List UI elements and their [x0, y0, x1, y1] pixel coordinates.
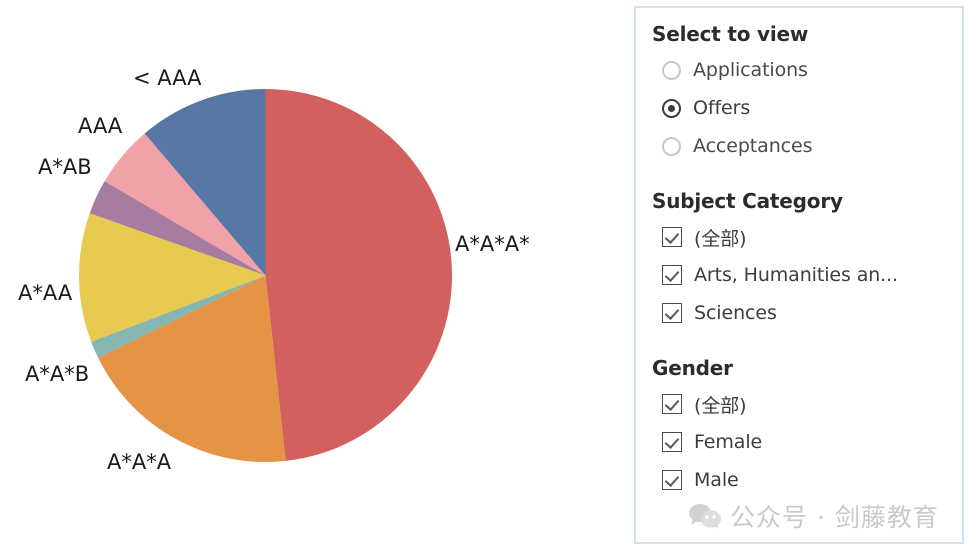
pie-label-aaa: A*A*A*: [455, 232, 530, 256]
checkmark-icon[interactable]: [662, 470, 682, 490]
radio-acceptances-icon[interactable]: [662, 136, 681, 156]
checkmark-icon[interactable]: [662, 432, 682, 452]
pie-label-aaa: < AAA: [133, 66, 202, 90]
checkmark-icon[interactable]: [662, 394, 682, 414]
checkbox-option-subject-all-label: (全部): [694, 227, 747, 250]
checkbox-option-gender-all-label: (全部): [694, 394, 747, 417]
checkbox-option-subject-arts-label: Arts, Humanities an...: [694, 264, 898, 286]
pie-slice-aaa[interactable]: [265, 89, 453, 461]
radio-option-acceptances-label: Acceptances: [693, 135, 813, 157]
checkbox-option-gender-all[interactable]: (全部): [662, 385, 962, 423]
checkbox-option-gender-female[interactable]: Female: [662, 423, 962, 461]
gender-title: Gender: [652, 356, 733, 380]
radio-option-offers-label: Offers: [693, 97, 751, 119]
checkbox-option-subject-sciences-label: Sciences: [694, 302, 777, 324]
pie-label-aaa: A*AA: [18, 281, 73, 305]
pie-slice-group: [79, 89, 453, 463]
pie-label-aab: A*A*B: [25, 362, 90, 386]
pie-label-aaa: AAA: [78, 114, 123, 138]
checkbox-option-subject-arts[interactable]: Arts, Humanities an...: [662, 256, 962, 294]
select-to-view-title: Select to view: [652, 22, 809, 46]
radio-option-acceptances[interactable]: Acceptances: [662, 127, 962, 165]
radio-offers-icon[interactable]: [662, 98, 681, 118]
pie-chart-container: A*A*A* A*A*A A*A*B A*AA A*AB AAA < AAA: [0, 0, 620, 554]
checkbox-option-gender-female-label: Female: [694, 431, 763, 453]
filter-panel: Select to view Applications Offers Accep…: [634, 6, 964, 544]
checkbox-option-subject-sciences[interactable]: Sciences: [662, 294, 962, 332]
watermark: 公众号 · 剑藤教育: [688, 498, 939, 534]
wechat-icon: [689, 504, 721, 529]
radio-option-applications[interactable]: Applications: [662, 51, 962, 89]
pie-label-aaa: A*A*A: [107, 450, 172, 474]
checkmark-icon[interactable]: [662, 227, 682, 247]
checkmark-icon[interactable]: [662, 265, 682, 285]
subject-category-title: Subject Category: [652, 189, 843, 213]
pie-label-aab: A*AB: [38, 155, 92, 179]
radio-option-applications-label: Applications: [693, 59, 808, 81]
checkbox-option-gender-male-label: Male: [694, 469, 739, 491]
checkbox-option-gender-male[interactable]: Male: [662, 461, 962, 499]
pie-chart-svg: [79, 89, 453, 463]
radio-applications-icon[interactable]: [662, 60, 681, 80]
checkbox-option-subject-all[interactable]: (全部): [662, 218, 962, 256]
radio-option-offers[interactable]: Offers: [662, 89, 962, 127]
watermark-text: 公众号 · 剑藤教育: [730, 503, 939, 532]
checkmark-icon[interactable]: [662, 303, 682, 323]
